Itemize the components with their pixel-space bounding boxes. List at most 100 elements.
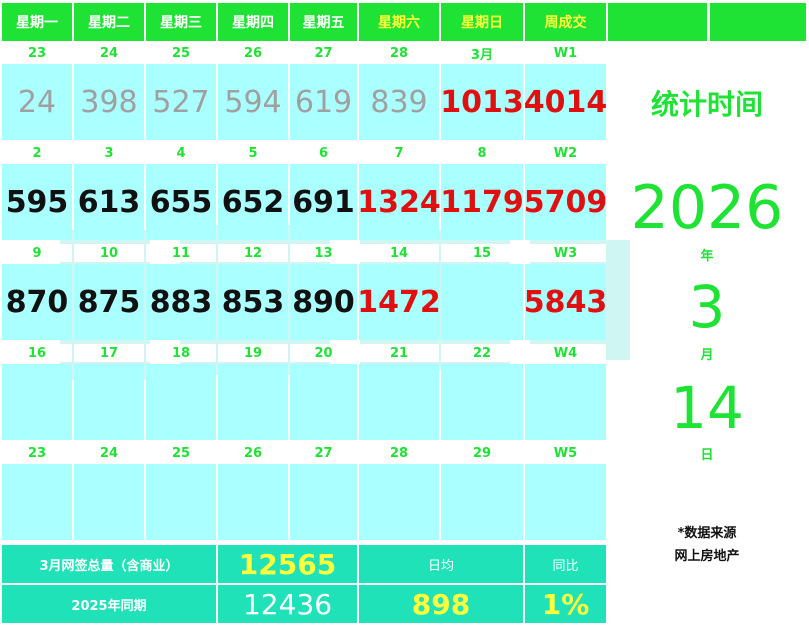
daily-count-cell	[218, 364, 288, 440]
week-number-label: W4	[525, 344, 606, 362]
date-label: 25	[146, 44, 216, 62]
date-label: 24	[74, 44, 144, 62]
date-label: 6	[290, 144, 357, 162]
daily-count-cell: 655	[146, 164, 216, 240]
daily-count-cell: 890	[290, 264, 357, 340]
weekday-header: 星期一	[2, 3, 72, 41]
daily-count-cell: 619	[290, 64, 357, 140]
monthly-total-value: 12565	[218, 545, 357, 583]
date-label: 3月	[441, 44, 523, 63]
daily-count-cell	[74, 364, 144, 440]
weekly-total-cell: 4014	[524, 64, 607, 140]
yoy-value: 1%	[525, 585, 606, 623]
daily-avg-label: 日均	[359, 545, 523, 583]
daily-count-cell	[2, 464, 72, 540]
daily-count-cell: 1179	[440, 164, 524, 240]
daily-count-cell	[74, 464, 144, 540]
daily-count-cell: 883	[146, 264, 216, 340]
daily-count-cell: 875	[74, 264, 144, 340]
date-label: 24	[74, 444, 144, 462]
date-label: 27	[290, 444, 357, 462]
date-label: 16	[2, 344, 72, 362]
date-label: 3	[74, 144, 144, 162]
date-label: 21	[359, 344, 439, 362]
date-label: 13	[290, 244, 357, 262]
daily-count-cell: 1013	[440, 64, 524, 140]
weekday-header: 星期二	[74, 3, 144, 41]
data-source-name: 网上房地产	[674, 549, 740, 564]
daily-count-cell	[359, 464, 439, 540]
daily-count-cell: 24	[2, 64, 72, 140]
date-label: 25	[146, 444, 216, 462]
stat-month: 3	[688, 273, 726, 341]
daily-count-cell: 1472	[357, 264, 441, 340]
date-label: 23	[2, 44, 72, 62]
daily-count-cell	[2, 364, 72, 440]
weekday-header: 星期日	[441, 3, 523, 41]
daily-count-cell	[146, 464, 216, 540]
date-label: 2	[2, 144, 72, 162]
week-number-label: W5	[525, 444, 606, 462]
daily-count-cell: 527	[146, 64, 216, 140]
daily-count-cell: 839	[359, 64, 439, 140]
date-label: 27	[290, 44, 357, 62]
date-label: 9	[2, 244, 72, 262]
daily-count-cell: 870	[2, 264, 72, 340]
data-source-label: *数据来源	[677, 526, 737, 541]
date-label: 22	[441, 344, 523, 362]
weekday-header: 星期三	[146, 3, 216, 41]
date-label: 14	[359, 244, 439, 262]
daily-count-cell	[441, 464, 523, 540]
weekday-header: 星期四	[218, 3, 288, 41]
day-unit: 日	[700, 447, 714, 463]
date-label: 29	[441, 444, 523, 462]
header-blank-cell	[710, 3, 806, 41]
daily-count-cell: 613	[74, 164, 144, 240]
weekly-total-cell: 5709	[524, 164, 607, 240]
daily-count-cell	[441, 364, 523, 440]
week-number-label: W1	[525, 44, 606, 62]
daily-count-cell	[146, 364, 216, 440]
date-label: 11	[146, 244, 216, 262]
daily-count-cell: 652	[218, 164, 288, 240]
daily-count-cell: 1324	[357, 164, 441, 240]
date-label: 23	[2, 444, 72, 462]
date-label: 19	[218, 344, 288, 362]
date-label: 26	[218, 44, 288, 62]
date-label: 4	[146, 144, 216, 162]
date-label: 28	[359, 444, 439, 462]
daily-count-cell: 691	[290, 164, 357, 240]
date-label: 8	[441, 144, 523, 162]
header-blank-cell	[608, 3, 707, 41]
daily-count-cell	[441, 264, 523, 340]
stat-year: 2026	[630, 173, 784, 243]
date-label: 28	[359, 44, 439, 62]
year-unit: 年	[700, 248, 714, 264]
last-year-label: 2025年同期	[2, 585, 216, 623]
date-label: 18	[146, 344, 216, 362]
daily-count-cell: 594	[218, 64, 288, 140]
daily-count-cell: 398	[74, 64, 144, 140]
date-label: 26	[218, 444, 288, 462]
date-label: 15	[441, 244, 523, 262]
yoy-label: 同比	[525, 545, 606, 583]
daily-count-cell	[359, 364, 439, 440]
weekly-total-cell	[525, 464, 606, 540]
date-label: 12	[218, 244, 288, 262]
weekday-header: 周成交	[525, 3, 606, 41]
weekly-total-cell	[525, 364, 606, 440]
date-label: 5	[218, 144, 288, 162]
daily-avg-value: 898	[359, 585, 523, 623]
month-unit: 月	[700, 347, 714, 363]
weekday-header: 星期六	[359, 3, 439, 41]
week-number-label: W2	[525, 144, 606, 162]
last-year-value: 12436	[218, 585, 357, 623]
date-label: 17	[74, 344, 144, 362]
daily-count-cell	[290, 364, 357, 440]
stat-time-title: 统计时间	[650, 88, 763, 121]
date-label: 10	[74, 244, 144, 262]
daily-count-cell	[218, 464, 288, 540]
date-label: 20	[290, 344, 357, 362]
daily-count-cell	[290, 464, 357, 540]
weekday-header: 星期五	[290, 3, 357, 41]
